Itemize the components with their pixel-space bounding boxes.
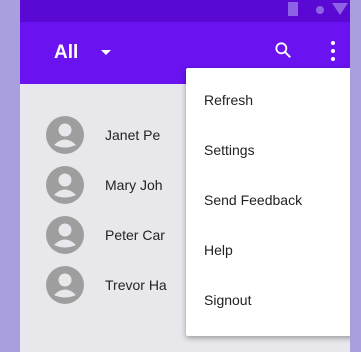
wifi-icon xyxy=(332,3,348,15)
menu-item-settings[interactable]: Settings xyxy=(186,126,350,176)
overflow-menu: Refresh Settings Send Feedback Help Sign… xyxy=(186,68,350,336)
chevron-down-icon[interactable] xyxy=(101,50,111,55)
filter-title[interactable]: All xyxy=(54,42,78,64)
menu-item-label: Send Feedback xyxy=(204,192,303,208)
contact-name: Janet Pe xyxy=(105,127,161,143)
menu-item-label: Help xyxy=(204,242,233,258)
avatar-icon xyxy=(46,166,84,204)
menu-item-help[interactable]: Help xyxy=(186,226,350,276)
contact-name: Peter Car xyxy=(105,227,165,243)
contact-name: Trevor Ha xyxy=(105,277,167,293)
signal-icon xyxy=(288,2,298,16)
menu-item-refresh[interactable]: Refresh xyxy=(186,76,350,126)
more-vert-icon[interactable] xyxy=(330,41,336,61)
menu-item-signout[interactable]: Signout xyxy=(186,276,350,326)
menu-item-label: Settings xyxy=(204,142,255,158)
device-screen: All Janet Pe Mary Joh Peter Car Trevor H… xyxy=(20,0,350,352)
menu-item-label: Signout xyxy=(204,292,252,308)
menu-item-label: Refresh xyxy=(204,92,254,108)
avatar-icon xyxy=(46,116,84,154)
search-icon[interactable] xyxy=(273,40,293,60)
avatar-icon xyxy=(46,216,84,254)
menu-item-send-feedback[interactable]: Send Feedback xyxy=(186,176,350,226)
status-bar xyxy=(20,0,350,22)
dot-icon xyxy=(316,6,324,14)
avatar-icon xyxy=(46,266,84,304)
contact-name: Mary Joh xyxy=(105,177,163,193)
